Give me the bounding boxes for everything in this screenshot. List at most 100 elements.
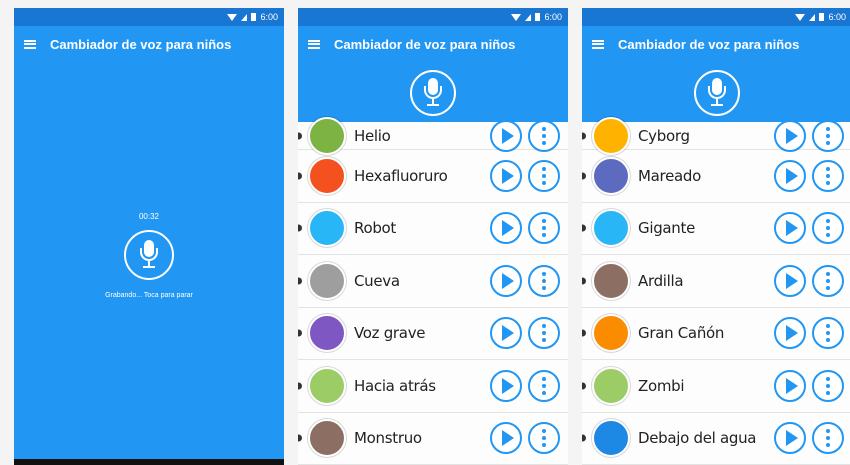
play-button[interactable]	[774, 212, 806, 245]
record-button[interactable]	[694, 70, 740, 116]
flame-icon	[308, 156, 346, 195]
play-button[interactable]	[490, 264, 522, 297]
effect-item[interactable]: Cyborg	[582, 116, 850, 155]
effect-label: Mareado	[638, 166, 701, 185]
effect-label: Debajo del agua	[638, 429, 757, 448]
play-icon	[501, 377, 514, 394]
canyon-icon	[592, 314, 630, 353]
microphone-icon	[704, 78, 730, 108]
effect-label: Hacia atrás	[354, 376, 436, 395]
signal-icon	[241, 13, 248, 21]
play-button[interactable]	[774, 264, 806, 297]
more-vertical-icon	[826, 271, 830, 290]
more-options-button[interactable]	[528, 212, 560, 245]
effect-label: Hexafluoruro	[354, 166, 448, 185]
more-vertical-icon	[542, 376, 546, 395]
effect-label: Helio	[354, 126, 391, 145]
battery-icon	[819, 13, 825, 21]
app-title: Cambiador de voz para niños	[50, 36, 232, 52]
effect-label: Ardilla	[638, 271, 684, 290]
more-options-button[interactable]	[812, 119, 844, 152]
effect-item[interactable]: Debajo del agua	[582, 413, 850, 465]
record-button[interactable]	[410, 70, 456, 116]
effect-item[interactable]: Ardilla	[582, 255, 850, 308]
signal-icon	[809, 13, 816, 21]
menu-icon[interactable]	[592, 39, 604, 49]
diver-icon	[592, 419, 630, 458]
play-icon	[785, 167, 798, 184]
play-button[interactable]	[774, 119, 806, 152]
play-button[interactable]	[490, 317, 522, 350]
play-button[interactable]	[490, 369, 522, 402]
more-vertical-icon	[542, 271, 546, 290]
more-vertical-icon	[826, 429, 830, 448]
play-button[interactable]	[774, 159, 806, 192]
effect-item[interactable]: Gigante	[582, 203, 850, 255]
play-icon	[785, 325, 798, 342]
status-time: 6:00	[828, 12, 846, 22]
status-time: 6:00	[260, 12, 278, 22]
effect-item[interactable]: Cueva	[298, 255, 568, 308]
effect-item[interactable]: Monstruo	[298, 413, 568, 465]
more-options-button[interactable]	[528, 317, 560, 350]
more-options-button[interactable]	[812, 212, 844, 245]
effect-item[interactable]: Zombi	[582, 360, 850, 413]
effects-screen-1: 6:00 Cambiador de voz para niños Helio He…	[298, 8, 568, 465]
play-button[interactable]	[774, 317, 806, 350]
record-button[interactable]	[124, 230, 174, 280]
play-button[interactable]	[774, 422, 806, 455]
more-vertical-icon	[826, 219, 830, 238]
play-icon	[785, 430, 798, 447]
play-icon	[501, 430, 514, 447]
effect-label: Cueva	[354, 271, 400, 290]
wifi-icon	[511, 13, 522, 21]
recording-screen: 6:00 Cambiador de voz para niños 00:32 G…	[14, 8, 284, 465]
more-vertical-icon	[542, 219, 546, 238]
effect-item[interactable]: Hacia atrás	[298, 360, 568, 413]
squirrel-icon	[592, 261, 630, 300]
effect-item[interactable]: Hexafluoruro	[298, 150, 568, 203]
play-icon	[501, 127, 514, 144]
effect-label: Zombi	[638, 376, 685, 395]
wifi-icon	[227, 13, 238, 21]
play-button[interactable]	[490, 159, 522, 192]
app-bar: Cambiador de voz para niños	[14, 26, 284, 62]
signal-icon	[525, 13, 532, 21]
effect-label: Monstruo	[354, 429, 422, 448]
more-options-button[interactable]	[812, 159, 844, 192]
more-options-button[interactable]	[528, 369, 560, 402]
dizzy-icon	[592, 156, 630, 195]
more-vertical-icon	[826, 166, 830, 185]
play-button[interactable]	[490, 119, 522, 152]
battery-icon	[251, 13, 257, 21]
effect-item[interactable]: Mareado	[582, 150, 850, 203]
play-button[interactable]	[774, 369, 806, 402]
more-options-button[interactable]	[528, 119, 560, 152]
effect-label: Voz grave	[354, 324, 426, 343]
menu-icon[interactable]	[24, 39, 36, 49]
play-icon	[785, 272, 798, 289]
recording-hint: Grabando... Toca para parar	[105, 292, 193, 299]
more-options-button[interactable]	[812, 264, 844, 297]
play-button[interactable]	[490, 422, 522, 455]
more-options-button[interactable]	[528, 264, 560, 297]
more-options-button[interactable]	[812, 422, 844, 455]
play-icon	[501, 220, 514, 237]
more-options-button[interactable]	[812, 369, 844, 402]
play-icon	[785, 127, 798, 144]
effect-label: Cyborg	[638, 126, 690, 145]
more-options-button[interactable]	[528, 422, 560, 455]
effect-item[interactable]: Robot	[298, 203, 568, 255]
microphone-icon	[136, 240, 162, 270]
wifi-icon	[795, 13, 806, 21]
effect-item[interactable]: Gran Cañón	[582, 308, 850, 360]
monster-icon	[308, 419, 346, 458]
effect-item[interactable]: Helio	[298, 116, 568, 155]
effect-item[interactable]: Voz grave	[298, 308, 568, 360]
more-options-button[interactable]	[528, 159, 560, 192]
more-vertical-icon	[826, 376, 830, 395]
menu-icon[interactable]	[308, 39, 320, 49]
play-button[interactable]	[490, 212, 522, 245]
more-options-button[interactable]	[812, 317, 844, 350]
nav-bar	[14, 459, 284, 465]
